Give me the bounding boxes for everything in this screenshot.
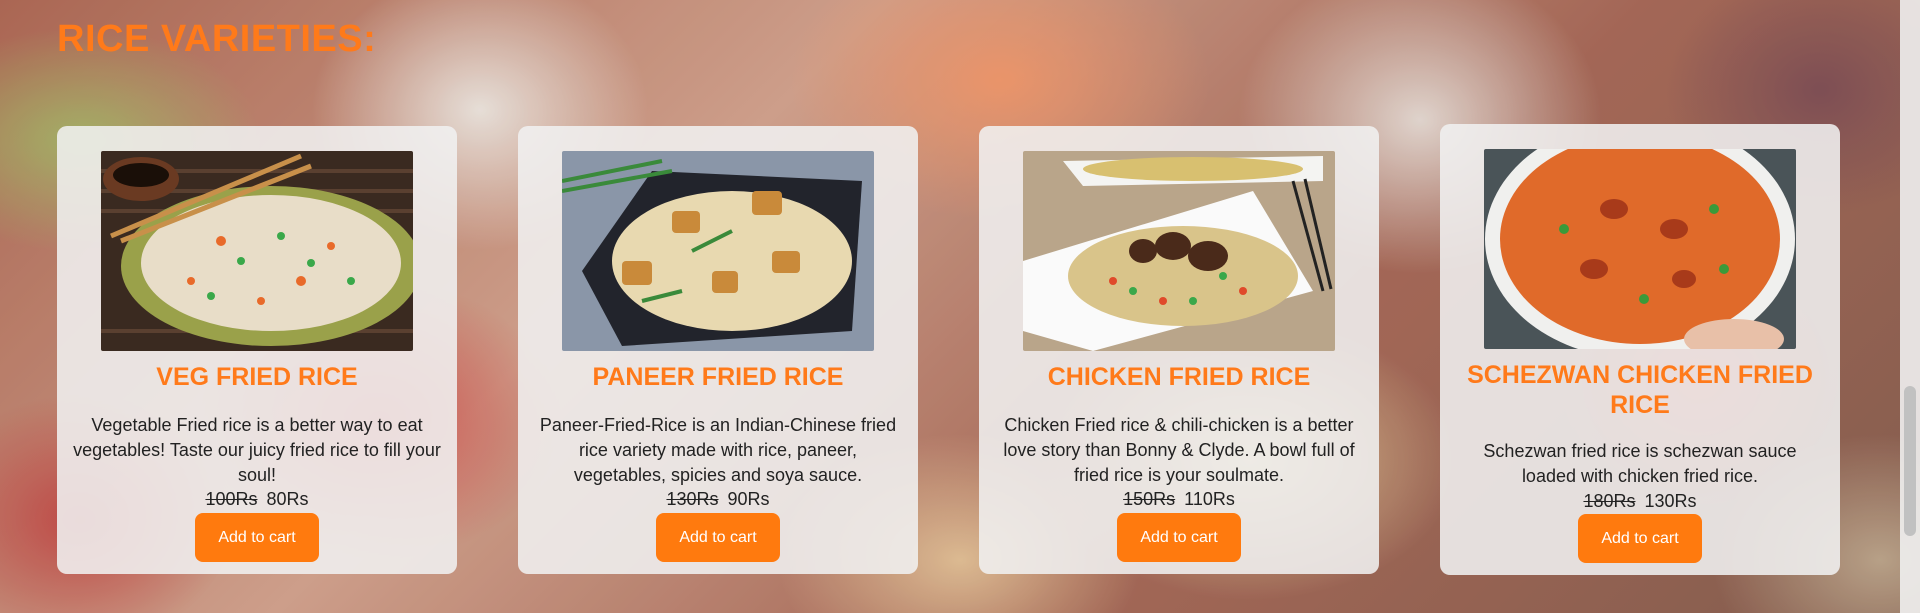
old-price: 100Rs bbox=[205, 489, 258, 509]
add-to-cart-button[interactable]: Add to cart bbox=[656, 513, 780, 562]
card-title: VEG FRIED RICE bbox=[156, 363, 358, 391]
product-card-veg-fried-rice: VEG FRIED RICE Vegetable Fried rice is a… bbox=[57, 126, 457, 574]
product-card-schezwan-chicken-fried-rice: SCHEZWAN CHICKEN FRIED RICE Schezwan fri… bbox=[1440, 124, 1840, 575]
card-description: Chicken Fried rice & chili-chicken is a … bbox=[1003, 415, 1355, 485]
schezwan-fried-rice-image bbox=[1484, 149, 1796, 349]
add-to-cart-button[interactable]: Add to cart bbox=[1578, 514, 1702, 563]
new-price: 80Rs bbox=[266, 489, 309, 509]
vertical-scrollbar[interactable] bbox=[1900, 0, 1920, 613]
paneer-fried-rice-image bbox=[562, 151, 874, 351]
page-title: RICE VARIETIES: bbox=[57, 18, 377, 60]
add-to-cart-button[interactable]: Add to cart bbox=[195, 513, 319, 562]
add-to-cart-button[interactable]: Add to cart bbox=[1117, 513, 1241, 562]
new-price: 90Rs bbox=[727, 489, 770, 509]
price: 180Rs 130Rs bbox=[1440, 490, 1840, 512]
card-description: Schezwan fried rice is schezwan sauce lo… bbox=[1483, 441, 1797, 486]
price: 100Rs 80Rs bbox=[57, 488, 457, 510]
card-title: CHICKEN FRIED RICE bbox=[1047, 363, 1311, 391]
old-price: 180Rs bbox=[1583, 491, 1636, 511]
price: 150Rs 110Rs bbox=[979, 488, 1379, 510]
chicken-fried-rice-image bbox=[1023, 151, 1335, 351]
veg-fried-rice-image bbox=[101, 151, 413, 351]
product-card-chicken-fried-rice: CHICKEN FRIED RICE Chicken Fried rice & … bbox=[979, 126, 1379, 574]
scrollbar-thumb[interactable] bbox=[1904, 386, 1916, 536]
card-title: PANEER FRIED RICE bbox=[592, 363, 844, 391]
new-price: 110Rs bbox=[1184, 489, 1235, 509]
old-price: 150Rs bbox=[1123, 489, 1176, 509]
new-price: 130Rs bbox=[1644, 491, 1697, 511]
price: 130Rs 90Rs bbox=[518, 488, 918, 510]
card-description: Paneer-Fried-Rice is an Indian-Chinese f… bbox=[539, 415, 897, 485]
old-price: 130Rs bbox=[666, 489, 719, 509]
product-card-paneer-fried-rice: PANEER FRIED RICE Paneer-Fried-Rice is a… bbox=[518, 126, 918, 574]
card-description: Vegetable Fried rice is a better way to … bbox=[73, 415, 441, 485]
card-title: SCHEZWAN CHICKEN FRIED RICE bbox=[1467, 361, 1813, 419]
